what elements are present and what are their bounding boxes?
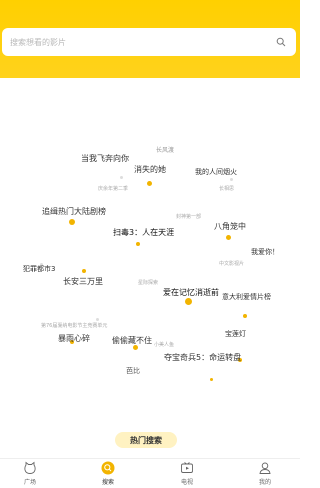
cloud-word[interactable]: 中文影视片 [219, 262, 244, 267]
cloud-word[interactable]: 我的人间烟火 [195, 169, 237, 176]
tv-icon [181, 462, 193, 473]
hot-search-label: 热门搜索 [115, 432, 177, 448]
search-input[interactable]: 搜索想看的影片 [10, 37, 274, 48]
cloud-word[interactable]: 星际探索 [138, 281, 158, 286]
tab-label: 广场 [23, 479, 36, 486]
cloud-word[interactable]: 消失的她 [134, 166, 166, 174]
cloud-dot [210, 378, 213, 381]
cloud-word[interactable]: 爱在记忆消逝前 [163, 289, 219, 297]
tab-search[interactable]: 搜索 [88, 461, 128, 488]
search-word-cloud: 长风渡 当我飞奔向你 消失的她 我的人间烟火 长相思 庆余年第二季 追缉热门大陆… [0, 78, 300, 428]
cloud-word[interactable]: 犯罪都市3 [23, 266, 55, 273]
cloud-word[interactable]: 芭比 [126, 368, 140, 375]
user-icon [259, 462, 271, 474]
tab-tv[interactable]: 电视 [167, 461, 207, 488]
tab-label: 电视 [180, 479, 193, 486]
search-bar[interactable]: 搜索想看的影片 [2, 28, 296, 56]
cloud-dot [133, 345, 138, 350]
cloud-dot [147, 181, 152, 186]
cloud-word[interactable]: 长安三万里 [63, 278, 103, 286]
cloud-word[interactable]: 长相思 [219, 187, 234, 192]
cloud-dot [136, 242, 140, 246]
cloud-dot [82, 269, 86, 273]
cloud-word[interactable]: 追缉热门大陆剧榜 [42, 208, 106, 216]
cloud-dot [243, 314, 247, 318]
cat-face-icon [24, 461, 36, 474]
cloud-word[interactable]: 第76届戛纳电影节主竞赛单元 [41, 324, 107, 329]
cloud-word[interactable]: 偷偷藏不住 [112, 337, 152, 345]
cloud-word[interactable]: 暴雨心碎 [58, 335, 90, 343]
cloud-word[interactable]: 小美人鱼 [154, 343, 174, 348]
cloud-word[interactable]: 庆余年第二季 [98, 187, 128, 192]
tab-label: 搜索 [101, 479, 114, 486]
search-circle-icon [101, 461, 115, 475]
cloud-word[interactable]: 当我飞奔向你 [81, 155, 129, 163]
tab-mine[interactable]: 我的 [245, 461, 285, 488]
cloud-word[interactable]: 扫毒3：人在天涯 [113, 229, 174, 237]
cloud-dot [96, 318, 99, 321]
cloud-word[interactable]: 我爱你！ [251, 249, 279, 256]
cloud-dot [230, 178, 233, 181]
tab-label: 我的 [258, 479, 271, 486]
cloud-word[interactable]: 八角笼中 [214, 223, 246, 231]
cloud-dot [185, 298, 192, 305]
cloud-dot [120, 176, 123, 179]
cloud-dot [226, 235, 231, 240]
tab-plaza[interactable]: 广场 [10, 461, 50, 488]
cloud-word[interactable]: 夺宝奇兵5：命运转盘 [164, 354, 241, 362]
cloud-word[interactable]: 长风渡 [156, 148, 174, 154]
cloud-word[interactable]: 意大利爱情片榜 [222, 294, 271, 301]
cloud-word[interactable]: 宝莲灯 [225, 331, 246, 338]
cloud-dot [69, 219, 75, 225]
bottom-tab-bar: 广场 搜索 电视 我的 [0, 458, 300, 488]
cloud-word[interactable]: 封神第一部 [176, 215, 201, 220]
search-icon[interactable] [274, 35, 288, 49]
